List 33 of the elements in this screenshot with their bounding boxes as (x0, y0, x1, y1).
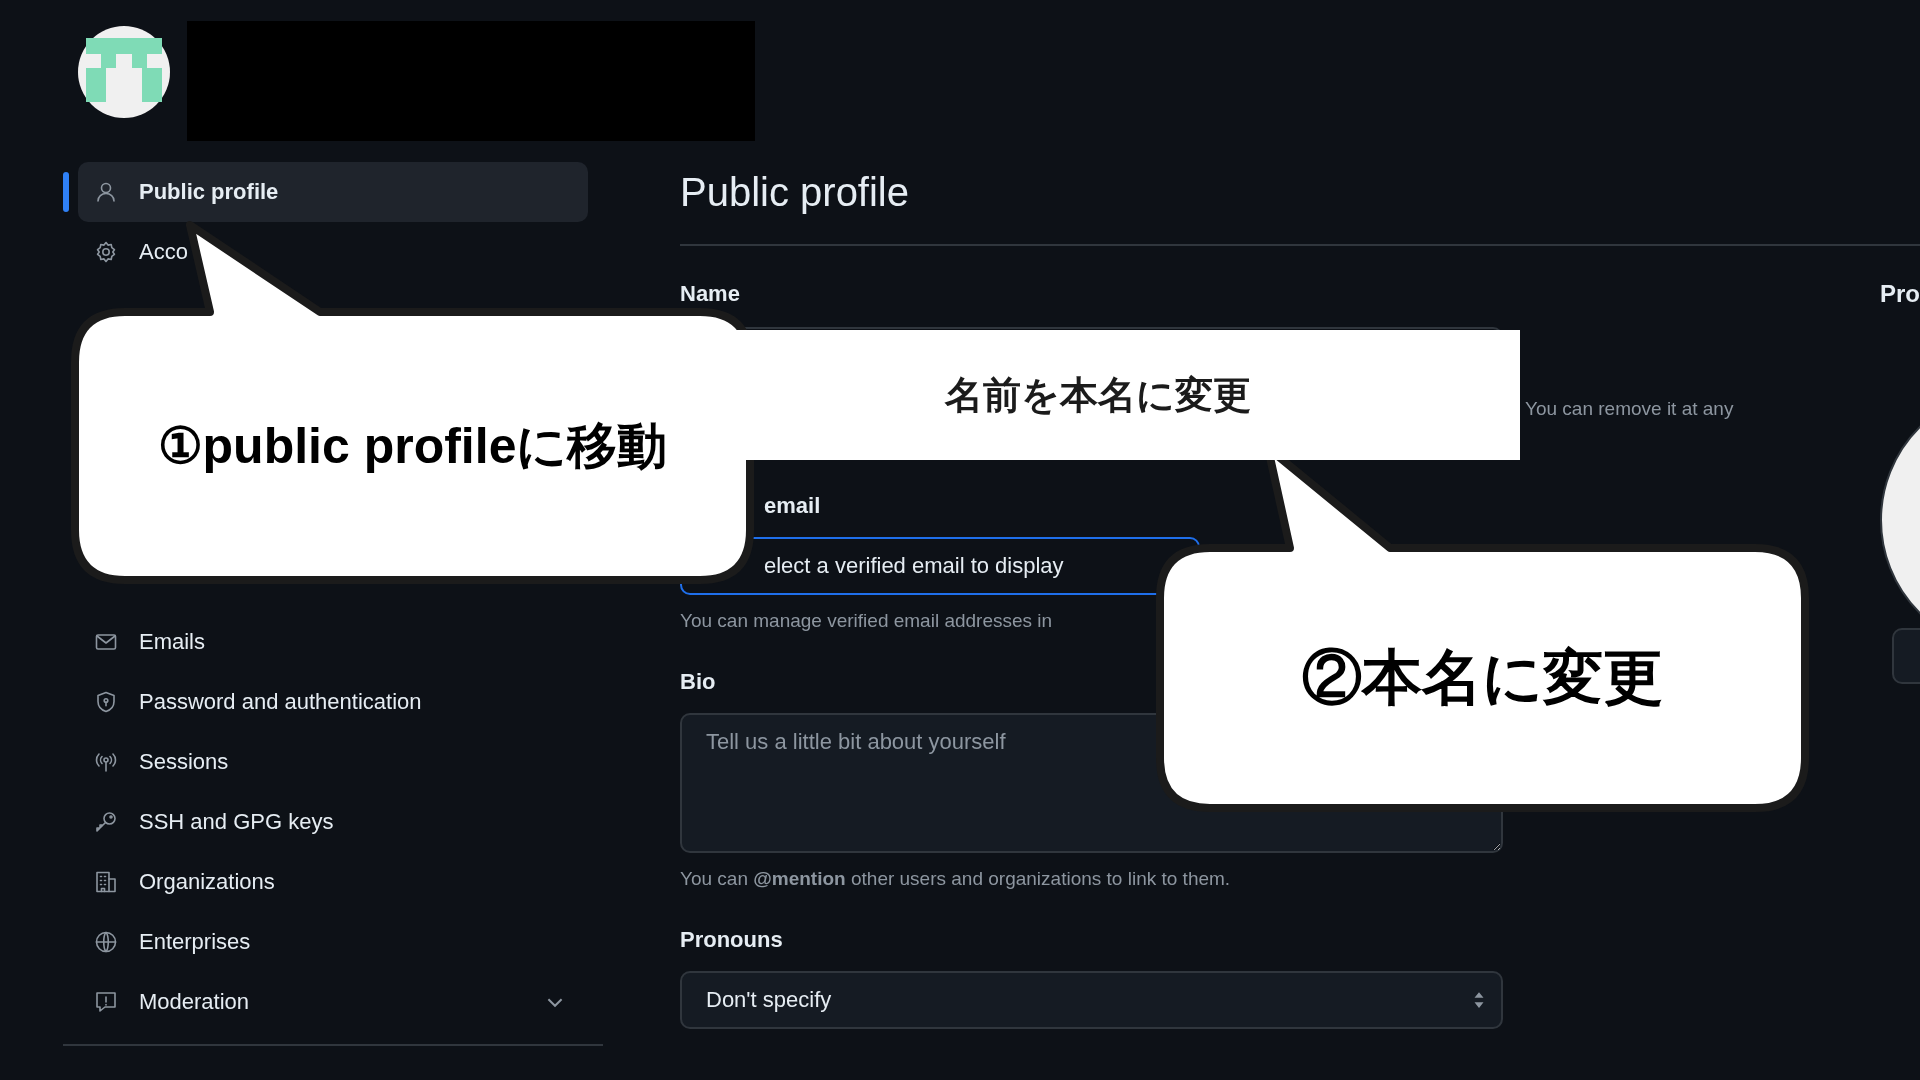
sidebar-item[interactable]: Sessions (78, 732, 588, 792)
avatar-icon (78, 26, 170, 118)
field-label: Pronouns (680, 927, 783, 953)
sidebar-item[interactable]: Acco (78, 222, 588, 282)
help-text: You can @mention other users and organizations to link to them. (680, 868, 1231, 889)
building-icon (94, 870, 118, 894)
shield-icon (94, 690, 118, 714)
person-icon (94, 180, 118, 204)
help-text: You can remove it at any (1525, 398, 1734, 419)
sidebar-item[interactable]: Enterprises (78, 912, 588, 972)
sidebar-item[interactable]: Password and authentication (78, 672, 588, 732)
sidebar-item[interactable]: Organizations (78, 852, 588, 912)
page-title: Public profile (680, 162, 1920, 246)
sidebar-item[interactable]: SSH and GPG keys (78, 792, 588, 852)
report-icon (94, 990, 118, 1014)
callout-text: ②本名に変更 (1302, 642, 1663, 713)
sidebar-item[interactable]: Emails (78, 612, 588, 672)
globe-icon (94, 930, 118, 954)
help-text: You can manage verified email addresses in (680, 610, 1053, 631)
field-label: email (764, 493, 821, 518)
key-icon (94, 810, 118, 834)
sidebar-item[interactable]: Moderation (78, 972, 588, 1032)
gear-icon (94, 240, 118, 264)
sort-arrows-icon (1473, 991, 1485, 1009)
field-label: Name (680, 281, 740, 307)
annotation-tooltip: 名前を本名に変更 (735, 330, 1520, 460)
section-label: Pro (1880, 280, 1920, 308)
broadcast-icon (94, 750, 118, 774)
field-label: Bio (680, 669, 716, 695)
active-indicator (63, 172, 69, 212)
pronouns-select[interactable]: Don't specify (680, 971, 1503, 1029)
sidebar-item[interactable]: Public profile (78, 162, 588, 222)
callout-text: ①public profileに移動 (157, 416, 668, 476)
